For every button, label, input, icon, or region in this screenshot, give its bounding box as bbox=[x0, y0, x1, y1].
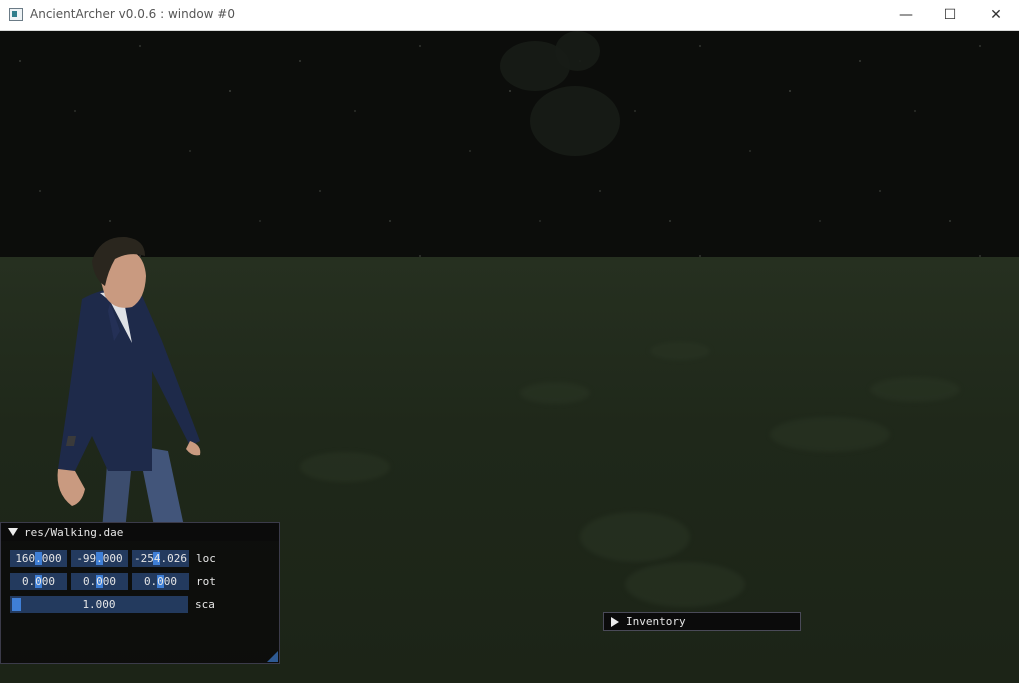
grass-patch bbox=[650, 342, 710, 360]
grass-patch bbox=[520, 382, 590, 404]
sca-row: 1.000 sca bbox=[10, 596, 215, 613]
model-transform-panel[interactable]: res/Walking.dae 160.000 -99.000 -254.026… bbox=[0, 522, 280, 664]
inventory-title: Inventory bbox=[626, 615, 686, 628]
minimize-button[interactable]: — bbox=[883, 0, 929, 30]
panel-resize-grip[interactable] bbox=[267, 651, 278, 662]
loc-row: 160.000 -99.000 -254.026 loc bbox=[10, 550, 216, 567]
starry-sky bbox=[0, 31, 1019, 257]
inventory-panel-header[interactable]: Inventory bbox=[603, 612, 801, 631]
rot-row: 0.000 0.000 0.000 rot bbox=[10, 573, 216, 590]
rot-z-field[interactable]: 0.000 bbox=[132, 573, 189, 590]
rot-y-field[interactable]: 0.000 bbox=[71, 573, 128, 590]
grass-patch bbox=[770, 417, 890, 452]
app-window-icon bbox=[9, 8, 23, 21]
scale-slider[interactable]: 1.000 bbox=[10, 596, 188, 613]
walking-character bbox=[57, 236, 201, 531]
grass-patch bbox=[300, 452, 390, 482]
loc-y-field[interactable]: -99.000 bbox=[71, 550, 128, 567]
grass-patch bbox=[870, 377, 960, 402]
grass-patch bbox=[625, 562, 745, 607]
model-panel-header[interactable]: res/Walking.dae bbox=[1, 523, 279, 541]
maximize-button[interactable]: ☐ bbox=[927, 0, 973, 30]
loc-z-field[interactable]: -254.026 bbox=[132, 550, 189, 567]
window-title: AncientArcher v0.0.6 : window #0 bbox=[30, 7, 235, 21]
sky-cloud bbox=[530, 86, 620, 156]
loc-x-field[interactable]: 160.000 bbox=[10, 550, 67, 567]
expand-arrow-icon[interactable] bbox=[611, 616, 619, 627]
window-titlebar[interactable]: AncientArcher v0.0.6 : window #0 — ☐ ✕ bbox=[0, 0, 1019, 31]
rot-x-field[interactable]: 0.000 bbox=[10, 573, 67, 590]
loc-label: loc bbox=[196, 552, 216, 565]
sky-cloud bbox=[555, 31, 600, 71]
collapse-arrow-icon[interactable] bbox=[8, 528, 18, 536]
model-panel-title: res/Walking.dae bbox=[24, 525, 124, 539]
rot-label: rot bbox=[196, 575, 216, 588]
grass-patch bbox=[580, 512, 690, 562]
sca-label: sca bbox=[195, 598, 215, 611]
close-button[interactable]: ✕ bbox=[973, 0, 1019, 30]
